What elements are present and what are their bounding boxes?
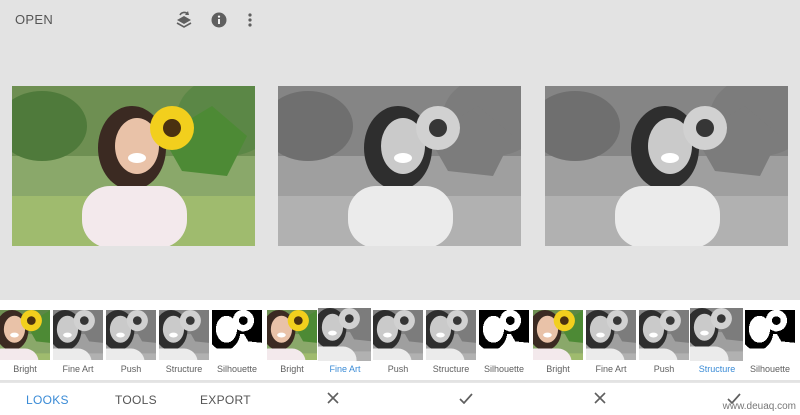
more-vert-icon[interactable]	[240, 10, 260, 30]
close-icon[interactable]	[590, 388, 610, 408]
looks-strip: Bright Fine Art Push Structure Silhouette	[0, 300, 267, 380]
look-thumb[interactable]: Fine Art	[318, 308, 371, 382]
look-thumb[interactable]: Bright	[0, 310, 50, 382]
look-thumb[interactable]: Bright	[267, 310, 317, 382]
look-thumb[interactable]: Fine Art	[586, 310, 636, 382]
tab-looks[interactable]: LOOKS	[26, 393, 69, 407]
look-thumb-image	[0, 310, 50, 360]
look-thumb[interactable]: Silhouette	[212, 310, 262, 382]
look-thumb-image	[586, 310, 636, 360]
look-thumb[interactable]: Structure	[690, 308, 743, 382]
photo-preview-fine-art[interactable]	[278, 86, 521, 246]
look-thumb[interactable]: Fine Art	[53, 310, 103, 382]
bottom-nav: LOOKS TOOLS EXPORT	[0, 382, 267, 415]
look-thumb-image	[159, 310, 209, 360]
look-thumb[interactable]: Structure	[426, 310, 476, 382]
info-icon[interactable]	[209, 10, 229, 30]
looks-strip: Bright Fine Art Push Structure Silhouette	[533, 300, 800, 380]
look-thumb-label: Silhouette	[749, 364, 791, 374]
layers-undo-icon[interactable]	[174, 10, 194, 30]
photo-preview[interactable]	[12, 86, 255, 246]
look-thumb-label: Silhouette	[483, 364, 525, 374]
look-thumb[interactable]: Structure	[159, 310, 209, 382]
check-icon[interactable]	[456, 388, 476, 408]
look-thumb-image	[106, 310, 156, 360]
look-thumb-image	[318, 308, 371, 361]
look-thumb-image	[373, 310, 423, 360]
look-thumb[interactable]: Bright	[533, 310, 583, 382]
look-thumb[interactable]: Push	[373, 310, 423, 382]
look-structure-screen: Bright Fine Art Push Structure Silhouette ww…	[533, 0, 800, 415]
looks-strip: Bright Fine Art Push Structure Silhouette	[267, 300, 534, 380]
photo-preview-structure[interactable]	[545, 86, 788, 246]
look-thumb-image	[267, 310, 317, 360]
look-thumb-image	[479, 310, 529, 360]
look-thumb-image	[533, 310, 583, 360]
action-bar	[267, 382, 534, 415]
watermark: www.deuaq.com	[722, 401, 796, 412]
tab-export[interactable]: EXPORT	[200, 393, 251, 407]
look-thumb-image	[212, 310, 262, 360]
home-screen: OPEN Bright Fine Art Push Structure Silhouet…	[0, 0, 267, 415]
tab-tools[interactable]: TOOLS	[115, 393, 157, 407]
look-thumb[interactable]: Silhouette	[479, 310, 529, 382]
look-thumb-image	[53, 310, 103, 360]
look-thumb[interactable]: Push	[106, 310, 156, 382]
look-thumb[interactable]: Push	[639, 310, 689, 382]
top-toolbar: OPEN	[0, 0, 267, 40]
look-thumb-image	[426, 310, 476, 360]
close-icon[interactable]	[323, 388, 343, 408]
look-thumb-label: Silhouette	[216, 364, 258, 374]
look-thumb-image	[639, 310, 689, 360]
look-thumb-image	[690, 308, 743, 361]
open-button[interactable]: OPEN	[15, 12, 53, 27]
look-fine-art-screen: Bright Fine Art Push Structure Silhouette	[267, 0, 534, 415]
look-thumb[interactable]: Silhouette	[745, 310, 795, 382]
look-thumb-image	[745, 310, 795, 360]
